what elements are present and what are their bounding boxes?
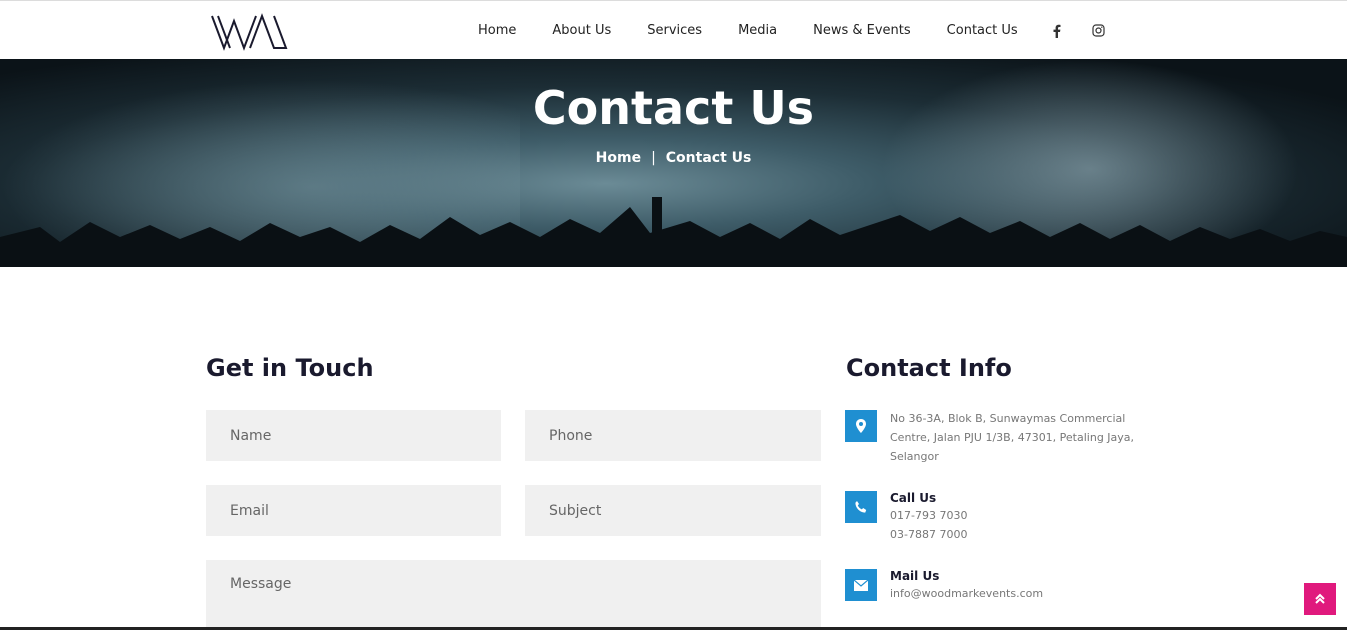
call-heading: Call Us bbox=[890, 491, 937, 505]
facebook-icon[interactable] bbox=[1050, 24, 1064, 38]
map-pin-icon bbox=[845, 410, 877, 442]
nav-about-us[interactable]: About Us bbox=[552, 23, 611, 38]
email-field[interactable] bbox=[206, 485, 501, 536]
phone-numbers: 017-793 7030 03-7887 7000 bbox=[890, 506, 967, 544]
subject-field[interactable] bbox=[525, 485, 821, 536]
address-line: Selangor bbox=[890, 450, 939, 463]
address: No 36-3A, Blok B, Sunwaymas Commercial C… bbox=[890, 409, 1134, 466]
phone-number[interactable]: 017-793 7030 bbox=[890, 506, 967, 525]
phone-field[interactable] bbox=[525, 410, 821, 461]
page-title: Contact Us bbox=[532, 81, 815, 135]
name-field[interactable] bbox=[206, 410, 501, 461]
envelope-icon bbox=[845, 569, 877, 601]
nav-home[interactable]: Home bbox=[478, 23, 516, 38]
contact-info-title: Contact Info bbox=[846, 354, 1012, 382]
site-header: Home About Us Services Media News & Even… bbox=[0, 0, 1347, 59]
instagram-icon[interactable] bbox=[1092, 24, 1106, 38]
nav-media[interactable]: Media bbox=[738, 23, 777, 38]
phone-number[interactable]: 03-7887 7000 bbox=[890, 525, 967, 544]
address-line: No 36-3A, Blok B, Sunwaymas Commercial bbox=[890, 412, 1126, 425]
nav-contact-us[interactable]: Contact Us bbox=[947, 23, 1018, 38]
breadcrumb-separator: | bbox=[651, 150, 656, 166]
mail-heading: Mail Us bbox=[890, 569, 940, 583]
main-nav: Home About Us Services Media News & Even… bbox=[460, 1, 1120, 60]
nav-services[interactable]: Services bbox=[647, 23, 702, 38]
phone-icon bbox=[845, 491, 877, 523]
form-title: Get in Touch bbox=[206, 354, 374, 382]
breadcrumb-home[interactable]: Home bbox=[596, 150, 641, 166]
breadcrumb: Home | Contact Us bbox=[0, 150, 1347, 166]
message-field[interactable] bbox=[206, 560, 821, 630]
nav-news-events[interactable]: News & Events bbox=[813, 23, 911, 38]
breadcrumb-current: Contact Us bbox=[665, 150, 752, 166]
double-chevron-up-icon bbox=[1315, 593, 1325, 604]
hero-banner: Contact Us Home | Contact Us bbox=[0, 59, 1347, 267]
scroll-to-top-button[interactable] bbox=[1304, 583, 1336, 615]
crowd-silhouette bbox=[0, 197, 1347, 267]
address-line: Centre, Jalan PJU 1/3B, 47301, Petaling … bbox=[890, 431, 1135, 444]
email-address[interactable]: info@woodmarkevents.com bbox=[890, 584, 1043, 603]
logo[interactable] bbox=[210, 13, 290, 51]
